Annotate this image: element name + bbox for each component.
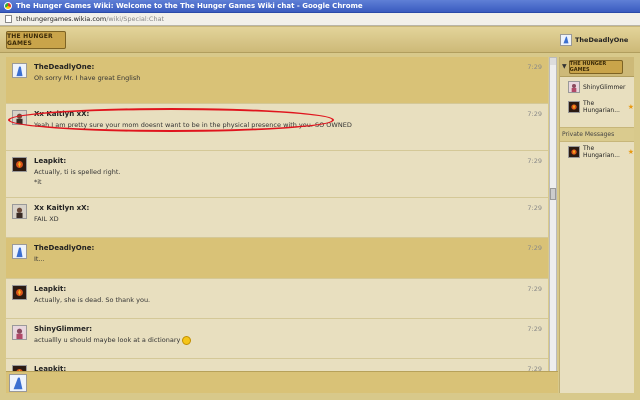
user-avatar (560, 34, 572, 46)
wiki-logo[interactable]: THE HUNGER GAMES (6, 31, 66, 49)
star-icon: ★ (627, 148, 634, 156)
chat-scrollbar[interactable] (549, 57, 557, 393)
message-text: Yeah I am pretty sure your mom doesnt wa… (34, 120, 352, 130)
message-text: It... (34, 254, 45, 264)
private-user-list: The Hungarian... ★ (560, 142, 634, 162)
message-author[interactable]: Xx Kaitlyn xX: (34, 204, 89, 212)
message-time: 7:29 (527, 204, 542, 212)
sidebar-user[interactable]: ShinyGlimmer (560, 77, 634, 97)
message-avatar[interactable] (12, 325, 27, 340)
message-author[interactable]: TheDeadlyOne: (34, 63, 94, 71)
smiley-icon (182, 335, 192, 345)
message-author[interactable]: ShinyGlimmer: (34, 325, 92, 333)
url-host: thehungergames.wikia.com (16, 15, 107, 23)
message-line: FAIL XD (34, 215, 59, 223)
input-avatar (9, 374, 27, 392)
message-time: 7:29 (527, 244, 542, 252)
message-line: *it (34, 178, 42, 186)
window-title: The Hunger Games Wiki: Welcome to the Th… (16, 2, 363, 10)
message-avatar[interactable] (12, 244, 27, 259)
message-avatar[interactable] (12, 285, 27, 300)
star-icon: ★ (627, 103, 634, 111)
message-line: actuallly u should maybe look at a dicti… (34, 336, 181, 344)
chat-header: THE HUNGER GAMES TheDeadlyOne (0, 27, 640, 53)
message-text: Actually, she is dead. So thank you. (34, 295, 150, 305)
sidebar-user-name: The Hungarian... (583, 100, 620, 114)
sidebar-header[interactable]: ▼ THE HUNGER GAMES (560, 57, 634, 77)
message-line: Oh sorry Mr. I have great English (34, 74, 141, 82)
chat-input[interactable] (32, 375, 554, 391)
message-time: 7:29 (527, 325, 542, 333)
message-avatar[interactable] (12, 63, 27, 78)
sidebar-user-avatar (568, 81, 580, 93)
sidebar-user[interactable]: The Hungarian... ★ (560, 97, 634, 117)
sidebar-logo-text: THE HUNGER GAMES (569, 60, 607, 73)
logo-text: THE HUNGER GAMES (7, 33, 53, 47)
sidebar-user-avatar (568, 146, 580, 158)
scroll-up-arrow[interactable] (550, 58, 556, 65)
url-path: /wiki/Special:Chat (106, 15, 165, 23)
message-line: It... (34, 255, 45, 263)
user-list-sidebar: ▼ THE HUNGER GAMES ShinyGlimmer The Hunga… (559, 57, 634, 393)
message-line: Actually, ti is spelled right. (34, 168, 121, 176)
window-titlebar: The Hunger Games Wiki: Welcome to the Th… (0, 0, 640, 13)
message-text: Actually, ti is spelled right. *it (34, 167, 120, 187)
message-text: actuallly u should maybe look at a dicti… (34, 335, 192, 345)
scroll-thumb[interactable] (550, 188, 556, 200)
message-time: 7:29 (527, 63, 542, 71)
current-username: TheDeadlyOne (575, 36, 629, 44)
chat-input-bar (6, 371, 558, 393)
message-avatar[interactable] (12, 110, 27, 125)
chat-message: Leapkit: Actually, ti is spelled right. *i… (6, 151, 548, 198)
sidebar-user-avatar (568, 101, 580, 113)
message-line: Actually, she is dead. So thank you. (34, 296, 151, 304)
message-author[interactable]: Leapkit: (34, 157, 66, 165)
chat-message: TheDeadlyOne: Oh sorry Mr. I have great E… (6, 57, 548, 104)
message-avatar[interactable] (12, 204, 27, 219)
chat-message: Leapkit: Actually, she is dead. So thank … (6, 279, 548, 319)
message-author[interactable]: Xx Kaitlyn xX: (34, 110, 89, 118)
message-text: Oh sorry Mr. I have great English (34, 73, 140, 83)
chat-message: Xx Kaitlyn xX: FAIL XD 7:29 (6, 198, 548, 238)
address-bar[interactable]: thehungergames.wikia.com/wiki/Special:Ch… (0, 13, 640, 26)
chat-message: Xx Kaitlyn xX: Yeah I am pretty sure your… (6, 104, 548, 151)
current-user[interactable]: TheDeadlyOne (560, 32, 638, 48)
user-list: ShinyGlimmer The Hungarian... ★ (560, 77, 634, 117)
page-icon (5, 15, 12, 23)
chat-message: TheDeadlyOne: It... 7:29 (6, 238, 548, 279)
sidebar-user-name: The Hungarian... (583, 145, 620, 159)
message-author[interactable]: TheDeadlyOne: (34, 244, 94, 252)
message-avatar[interactable] (12, 157, 27, 172)
message-time: 7:29 (527, 110, 542, 118)
sidebar-logo: THE HUNGER GAMES (568, 59, 623, 74)
sidebar-user[interactable]: The Hungarian... ★ (560, 142, 634, 162)
chat-messages[interactable]: TheDeadlyOne: Oh sorry Mr. I have great E… (6, 57, 548, 393)
message-time: 7:29 (527, 285, 542, 293)
message-author[interactable]: Leapkit: (34, 285, 66, 293)
collapse-arrow-icon[interactable]: ▼ (562, 63, 567, 70)
private-messages-label: Private Messages (560, 127, 634, 142)
message-time: 7:29 (527, 157, 542, 165)
chat-message: ShinyGlimmer: actuallly u should maybe lo… (6, 319, 548, 359)
chat-page: THE HUNGER GAMES TheDeadlyOne TheDeadlyO… (0, 27, 640, 400)
sidebar-user-name: ShinyGlimmer (583, 83, 626, 91)
message-line: Yeah I am pretty sure your mom doesnt wa… (34, 121, 352, 129)
chrome-icon (4, 2, 12, 10)
message-text: FAIL XD (34, 214, 59, 224)
